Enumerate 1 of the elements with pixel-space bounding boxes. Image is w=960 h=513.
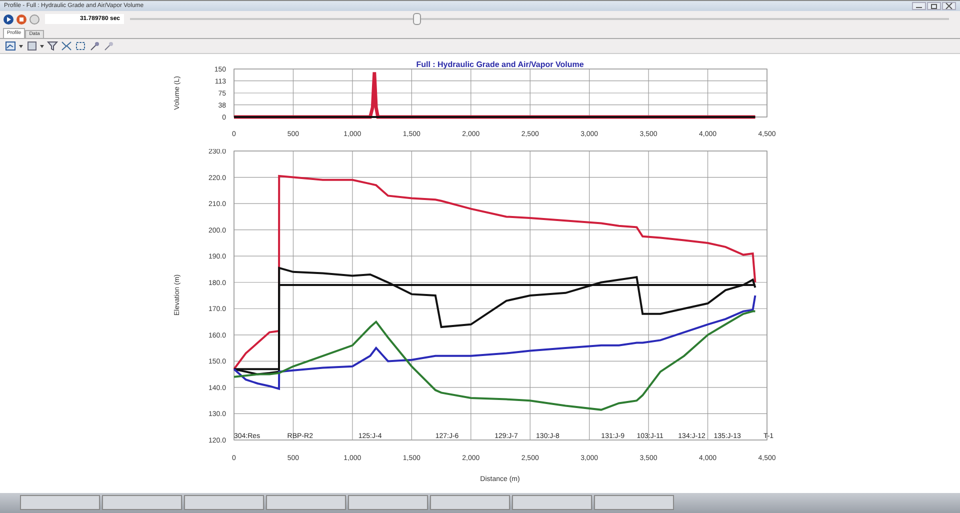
chart-title: Full : Hydraulic Grade and Air/Vapor Volume <box>416 60 584 69</box>
